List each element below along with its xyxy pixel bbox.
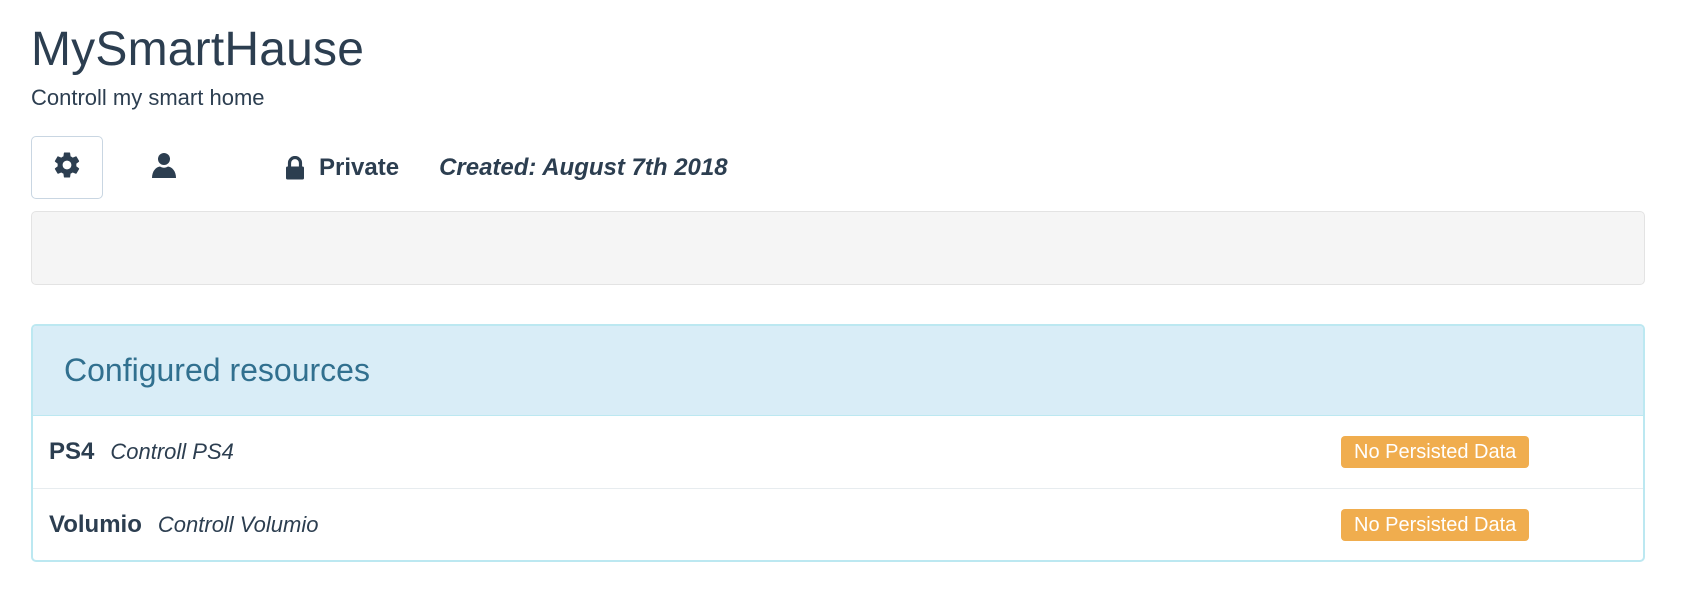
gear-icon (52, 150, 82, 185)
privacy-label: Private (319, 153, 400, 181)
resource-name: PS4 (49, 438, 95, 465)
user-icon (152, 152, 176, 183)
page-subtitle: Controll my smart home (31, 85, 265, 110)
status-badge: No Persisted Data (1341, 509, 1530, 541)
privacy-status: Private (285, 154, 399, 182)
owner-button[interactable] (144, 148, 184, 188)
project-page: MySmartHause Controll my smart home Priv… (0, 0, 1690, 590)
page-title: MySmartHause (31, 23, 365, 76)
resource-row-volumio[interactable]: Volumio Controll Volumio No Persisted Da… (33, 488, 1643, 560)
resource-description: Controll PS4 (110, 439, 234, 464)
resource-row-ps4[interactable]: PS4 Controll PS4 No Persisted Data (33, 416, 1643, 488)
status-badge: No Persisted Data (1341, 436, 1530, 468)
description-well (31, 211, 1645, 285)
created-date: Created: August 7th 2018 (439, 153, 728, 181)
panel-title: Configured resources (64, 352, 370, 388)
resource-name: Volumio (49, 510, 142, 538)
resource-description: Controll Volumio (157, 511, 319, 537)
settings-button[interactable] (31, 136, 103, 199)
configured-resources-panel: Configured resources PS4 Controll PS4 No… (31, 324, 1645, 562)
resource-list: PS4 Controll PS4 No Persisted Data Volum… (33, 416, 1643, 560)
project-toolbar: Private Created: August 7th 2018 (31, 136, 1659, 199)
panel-heading: Configured resources (33, 326, 1643, 416)
lock-icon (285, 155, 305, 180)
